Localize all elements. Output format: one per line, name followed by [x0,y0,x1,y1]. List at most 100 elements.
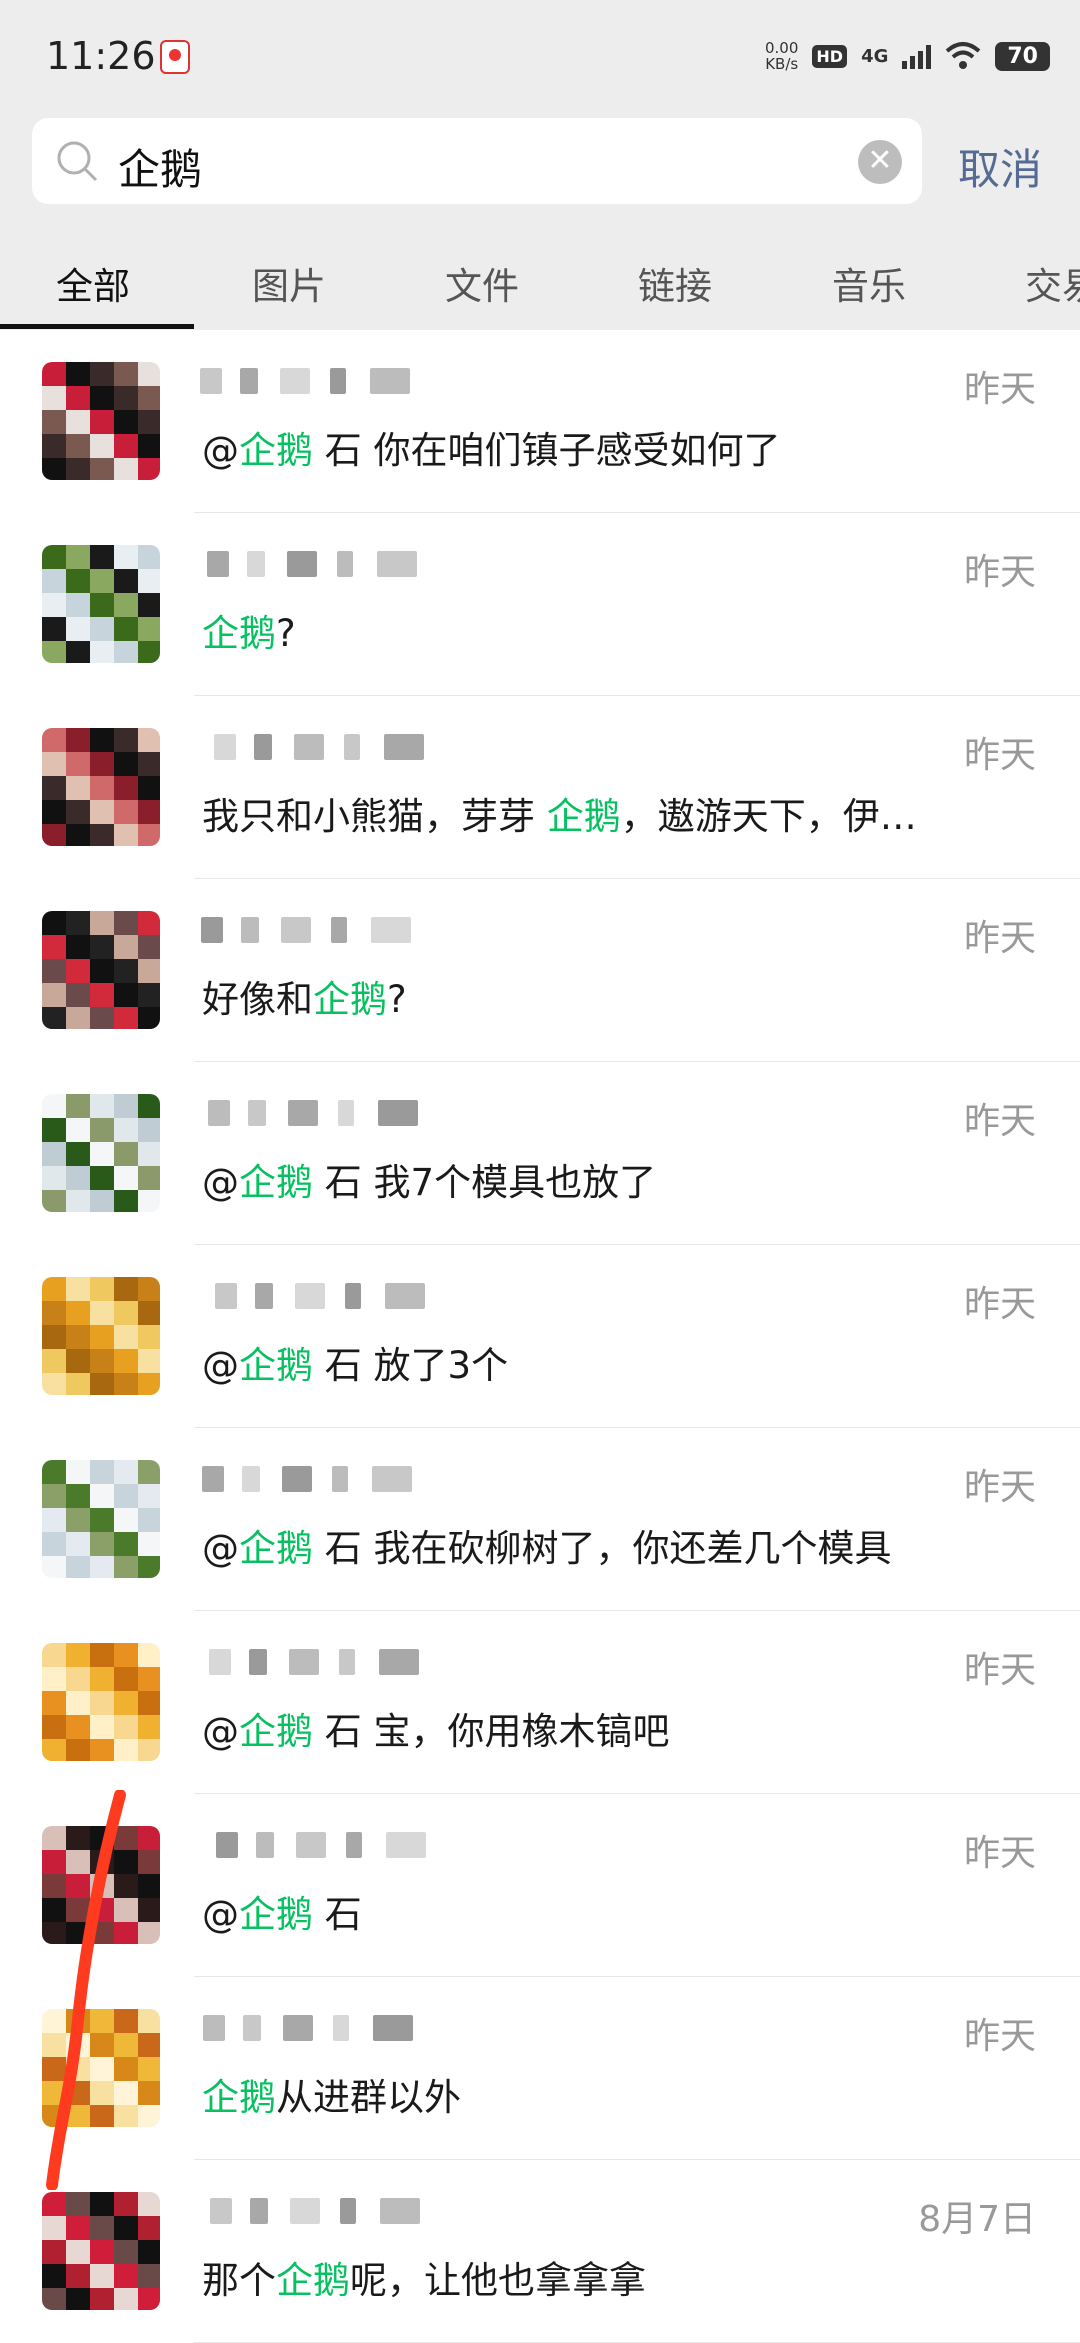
result-item[interactable]: 昨天企鹅从进群以外 [0,1977,1080,2160]
tab-all[interactable]: 全部 [56,256,130,310]
snippet-prefix: @ [202,1344,239,1387]
message-time: 昨天 [963,735,1036,776]
snippet-suffix: ，遨游天下，伊… [620,795,917,838]
sender-name-obscured [200,1649,760,1679]
snippet-suffix: 从进群以外 [276,2076,461,2119]
message-time: 昨天 [963,369,1036,410]
net-speed: 0.00 KB/s [764,39,799,73]
avatar [42,1643,160,1761]
tab-links[interactable]: 链接 [638,256,712,310]
keyword-highlight: 企鹅 [239,1344,313,1387]
message-time: 昨天 [963,1833,1036,1874]
keyword-highlight: 企鹅 [239,429,313,472]
result-item[interactable]: 昨天 企鹅? [0,513,1080,696]
keyword-highlight: 企鹅 [313,978,387,1021]
message-time: 昨天 [963,1467,1036,1508]
result-item[interactable]: 昨天 @企鹅 石 我7个模具也放了 [0,1062,1080,1245]
snippet-suffix: 石 宝，你用橡木镐吧 [313,1710,670,1753]
category-tabs: 全部 图片 文件 链接 音乐 交易 [0,228,1080,330]
network-type: 4G [861,45,889,67]
message-time: 昨天 [963,2016,1036,2057]
snippet-suffix: 石 我7个模具也放了 [313,1161,657,1204]
avatar [42,545,160,663]
cancel-button[interactable]: 取消 [958,136,1042,197]
red-annotation-stroke [46,1790,126,2190]
message-time: 昨天 [963,1650,1036,1691]
avatar [42,1094,160,1212]
clear-icon[interactable]: ✕ [858,140,902,184]
tab-files[interactable]: 文件 [445,256,519,310]
message-time: 昨天 [963,1284,1036,1325]
snippet-prefix: @ [202,429,239,472]
message-snippet: @企鹅 石 我在砍柳树了，你还差几个模具 [202,1518,892,1572]
sender-name-obscured [200,368,760,398]
snippet-suffix: 石 [313,1893,362,1936]
message-snippet: @企鹅 石 我7个模具也放了 [202,1152,656,1206]
active-tab-indicator [0,324,194,329]
hd-icon: HD [812,44,848,68]
snippet-suffix: ? [276,612,296,655]
message-snippet: @企鹅 石 你在咱们镇子感受如何了 [202,420,781,474]
snippet-suffix: 石 我在砍柳树了，你还差几个模具 [313,1527,892,1570]
keyword-highlight: 企鹅 [239,1893,313,1936]
status-time: 11:26 [46,34,156,78]
keyword-highlight: 企鹅 [239,1527,313,1570]
result-item[interactable]: 昨天我只和小熊猫，芽芽 企鹅，遨游天下，伊… [0,696,1080,879]
search-input[interactable]: 企鹅 ✕ [32,118,922,204]
snippet-prefix: @ [202,1161,239,1204]
avatar [42,2192,160,2310]
snippet-prefix: @ [202,1893,239,1936]
avatar [42,1460,160,1578]
keyword-highlight: 企鹅 [202,2076,276,2119]
status-icons: 0.00 KB/s HD 4G 70 [765,36,1050,76]
snippet-prefix: 那个 [202,2259,276,2302]
notification-icon [160,40,190,74]
message-snippet: 那个企鹅呢，让他也拿拿拿 [202,2250,646,2304]
tab-music[interactable]: 音乐 [832,256,906,310]
message-snippet: 好像和企鹅? [202,969,407,1023]
avatar [42,362,160,480]
result-item[interactable]: 昨天好像和企鹅? [0,879,1080,1062]
search-query: 企鹅 [118,145,203,194]
tab-transactions[interactable]: 交易 [1025,256,1080,310]
message-snippet: 企鹅? [202,603,296,657]
snippet-prefix: 好像和 [202,978,313,1021]
search-bar: 企鹅 ✕ 取消 [0,110,1080,228]
message-time: 昨天 [963,1101,1036,1142]
sender-name-obscured [200,1283,760,1313]
result-item[interactable]: 昨天 @企鹅 石 [0,1794,1080,1977]
snippet-prefix: @ [202,1527,239,1570]
result-item[interactable]: 昨天 @企鹅 石 我在砍柳树了，你还差几个模具 [0,1428,1080,1611]
avatar [42,728,160,846]
keyword-highlight: 企鹅 [239,1161,313,1204]
message-snippet: @企鹅 石 放了3个 [202,1335,508,1389]
snippet-prefix: @ [202,1710,239,1753]
keyword-highlight: 企鹅 [276,2259,350,2302]
sender-name-obscured [200,734,760,764]
keyword-highlight: 企鹅 [202,612,276,655]
wifi-icon [946,42,981,69]
message-snippet: @企鹅 石 [202,1884,362,1938]
result-item[interactable]: 昨天 @企鹅 石 你在咱们镇子感受如何了 [0,330,1080,513]
sender-name-obscured [200,1466,760,1496]
result-item[interactable]: 昨天 @企鹅 石 宝，你用橡木镐吧 [0,1611,1080,1794]
sender-name-obscured [200,917,760,947]
message-snippet: 企鹅从进群以外 [202,2067,461,2121]
tab-images[interactable]: 图片 [252,256,326,310]
snippet-suffix: 石 放了3个 [313,1344,509,1387]
result-item[interactable]: 8月7日那个企鹅呢，让他也拿拿拿 [0,2160,1080,2343]
sender-name-obscured [200,2198,760,2228]
message-snippet: 我只和小熊猫，芽芽 企鹅，遨游天下，伊… [202,786,917,840]
search-results-list: 昨天 @企鹅 石 你在咱们镇子感受如何了 昨天 企鹅? 昨天 我只和小熊猫，芽芽 企鹅，遨… [0,330,1080,2343]
search-icon [57,141,98,182]
sender-name-obscured [200,2015,760,2045]
message-time: 8月7日 [918,2199,1036,2240]
avatar [42,911,160,1029]
message-snippet: @企鹅 石 宝，你用橡木镐吧 [202,1701,670,1755]
snippet-prefix: 我只和小熊猫，芽芽 [202,795,547,838]
snippet-suffix: 呢，让他也拿拿拿 [350,2259,646,2302]
message-time: 昨天 [963,918,1036,959]
sender-name-obscured [200,1832,760,1862]
snippet-suffix: ? [387,978,407,1021]
result-item[interactable]: 昨天 @企鹅 石 放了3个 [0,1245,1080,1428]
